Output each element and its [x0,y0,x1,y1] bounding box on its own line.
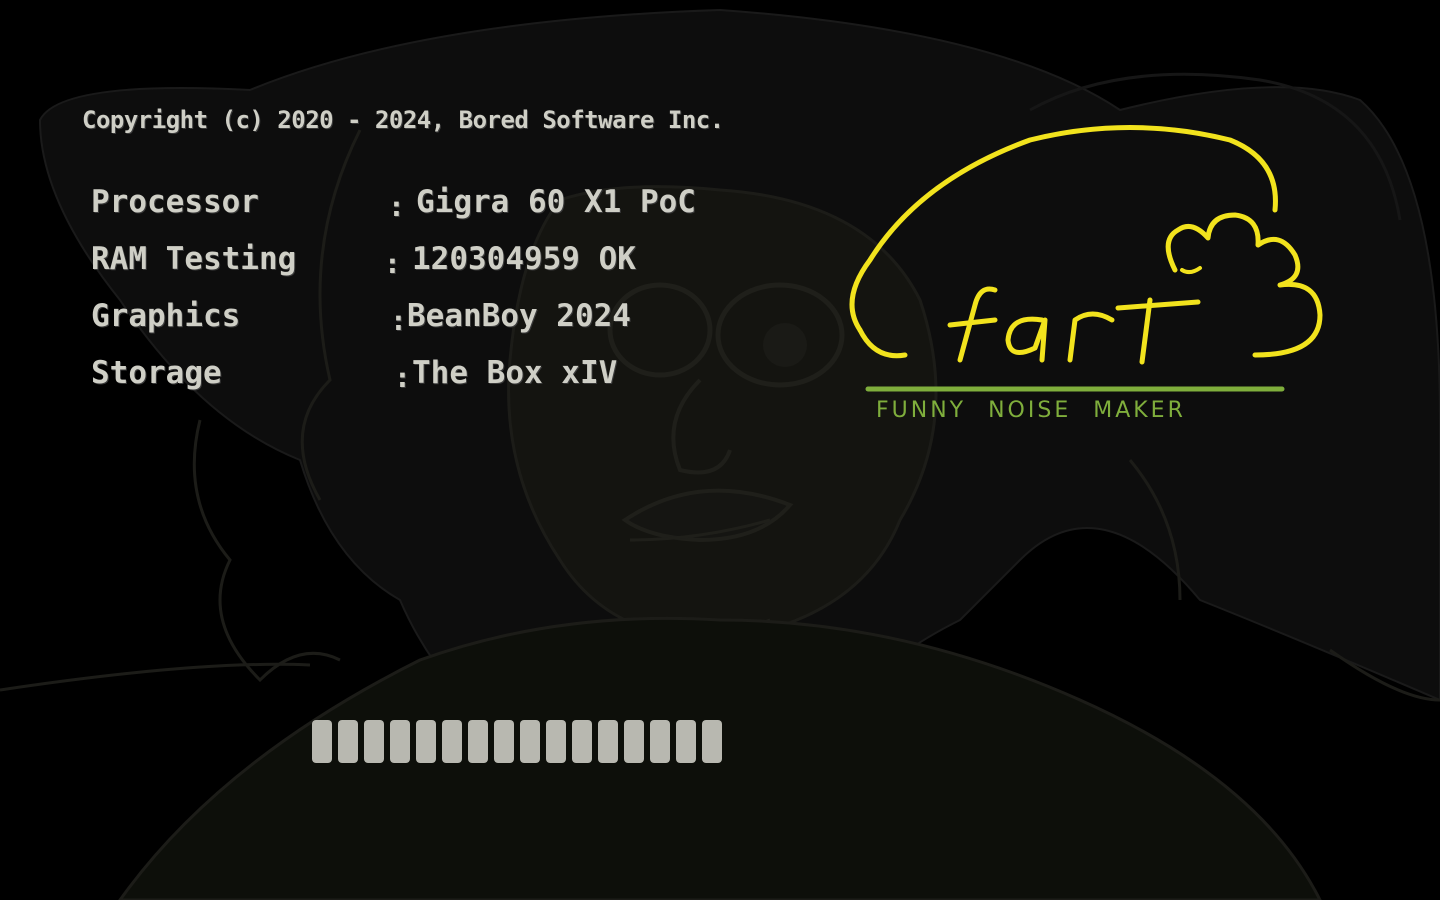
spec-value-processor: Gigra 60 X1 PoC [416,184,696,220]
progress-segment [364,720,384,763]
progress-segment [442,720,462,763]
progress-segment [572,720,592,763]
logo-tagline: FUNNY NOISE MAKER [876,398,1186,423]
copyright-text: Copyright (c) 2020 - 2024, Bored Softwar… [82,106,724,134]
loading-progress-bar [312,720,722,763]
progress-segment [416,720,436,763]
progress-segment [312,720,332,763]
spec-value-storage: The Box xIV [412,355,618,391]
spec-value-graphics: BeanBoy 2024 [407,298,631,334]
progress-segment [468,720,488,763]
spec-label-ram: RAM Testing [91,241,297,277]
spec-label-graphics: Graphics [91,298,241,334]
progress-segment [676,720,696,763]
progress-segment [390,720,410,763]
spec-label-storage: Storage [91,355,222,391]
spec-separator: : [394,361,411,394]
progress-segment [520,720,540,763]
spec-value-ram: 120304959 OK [412,241,636,277]
cloud-icon [1165,212,1323,358]
progress-segment [546,720,566,763]
progress-segment [650,720,670,763]
progress-segment [494,720,514,763]
progress-segment [598,720,618,763]
spec-label-processor: Processor [91,184,259,220]
progress-segment [702,720,722,763]
spec-separator: : [390,304,407,337]
spec-separator: : [388,190,405,223]
progress-segment [338,720,358,763]
progress-segment [624,720,644,763]
spec-separator: : [384,247,401,280]
logo-wordmark [947,286,1201,365]
fart-logo [849,125,1323,392]
